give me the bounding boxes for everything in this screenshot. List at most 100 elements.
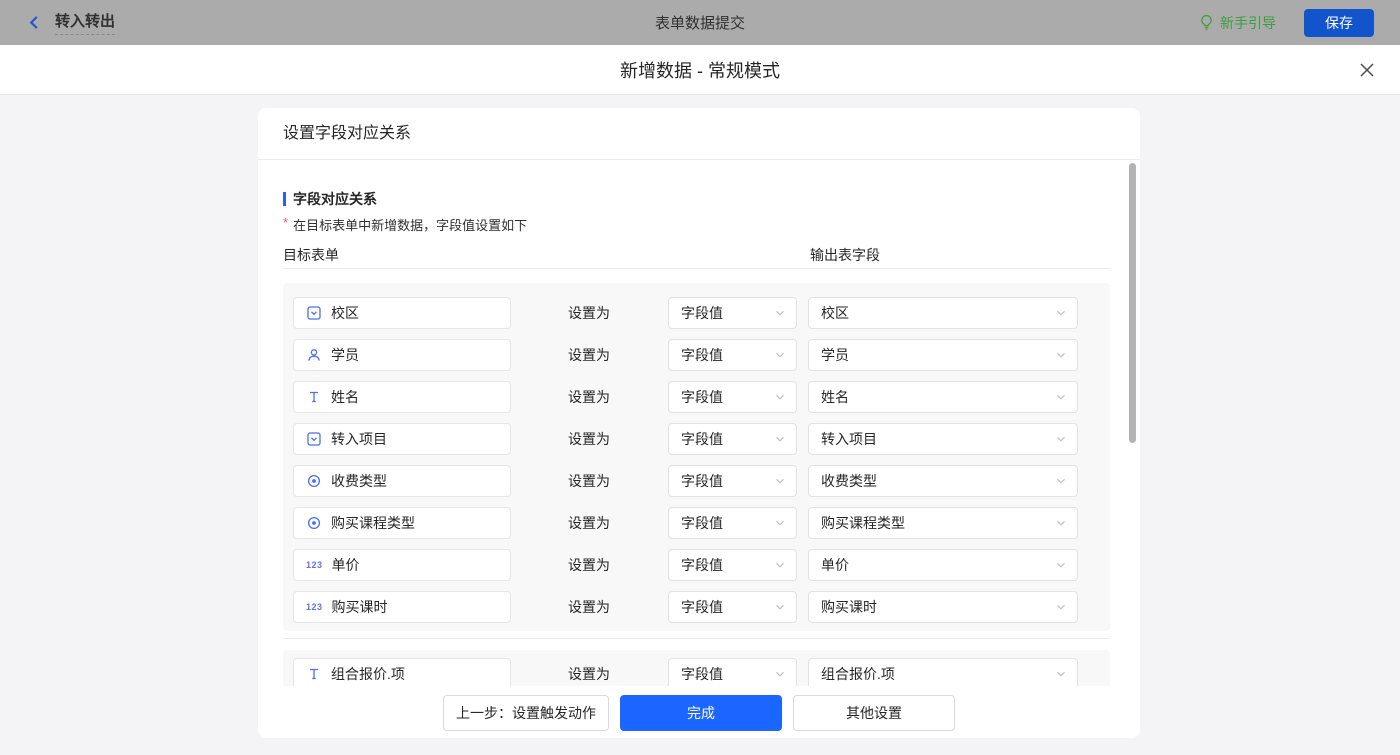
radio-icon bbox=[306, 515, 322, 531]
field-mapping-group: 校区设置为字段值校区学员设置为字段值学员姓名设置为字段值姓名转入项目设置为字段值… bbox=[283, 283, 1110, 631]
card-footer: 上一步：设置触发动作 完成 其他设置 bbox=[258, 686, 1140, 738]
source-field-select-value: 校区 bbox=[821, 303, 849, 323]
source-field-select[interactable]: 购买课时 bbox=[808, 591, 1078, 623]
prev-step-button[interactable]: 上一步：设置触发动作 bbox=[443, 695, 609, 731]
mapping-row: 姓名 设置为 字段值 姓名 bbox=[293, 381, 1110, 413]
field-label: 组合报价.项 bbox=[331, 664, 405, 684]
source-field-select[interactable]: 收费类型 bbox=[808, 465, 1078, 497]
text-field-icon bbox=[306, 389, 322, 405]
chevron-down-icon bbox=[774, 391, 786, 403]
mapping-row: 收费类型 设置为 字段值 收费类型 bbox=[293, 465, 1110, 497]
card-header: 设置字段对应关系 bbox=[258, 108, 1140, 160]
source-field-select[interactable]: 转入项目 bbox=[808, 423, 1078, 455]
source-field-select[interactable]: 校区 bbox=[808, 297, 1078, 329]
section-accent-bar bbox=[283, 192, 286, 206]
chevron-down-icon bbox=[1055, 668, 1067, 680]
source-field-select-value: 学员 bbox=[821, 345, 849, 365]
value-type-select-value: 字段值 bbox=[681, 664, 723, 684]
field-label: 收费类型 bbox=[331, 471, 387, 491]
chevron-down-icon bbox=[774, 307, 786, 319]
value-type-select-value: 字段值 bbox=[681, 345, 723, 365]
set-as-label: 设置为 bbox=[568, 465, 610, 497]
source-field-select-value: 姓名 bbox=[821, 387, 849, 407]
chevron-down-icon bbox=[774, 559, 786, 571]
number-icon: 123 bbox=[306, 599, 323, 615]
lightbulb-icon bbox=[1199, 14, 1214, 31]
scrollbar-thumb[interactable] bbox=[1129, 163, 1136, 443]
save-button[interactable]: 保存 bbox=[1304, 9, 1374, 37]
field-label: 转入项目 bbox=[331, 429, 387, 449]
mapping-row: 转入项目设置为字段值转入项目 bbox=[293, 423, 1110, 455]
source-field-select-value: 收费类型 bbox=[821, 471, 877, 491]
topbar: 转入转出 表单数据提交 新手引导 保存 bbox=[0, 0, 1400, 45]
field-mapping-card: 设置字段对应关系 字段对应关系 * 在目标表单中新增数据，字段值设置如下 目标表… bbox=[258, 108, 1140, 738]
dialog-title: 新增数据 - 常规模式 bbox=[620, 57, 780, 83]
back-button[interactable]: 转入转出 bbox=[26, 10, 115, 35]
target-field-chip: 校区 bbox=[293, 297, 511, 329]
source-field-select[interactable]: 单价 bbox=[808, 549, 1078, 581]
content-area: 设置字段对应关系 字段对应关系 * 在目标表单中新增数据，字段值设置如下 目标表… bbox=[0, 95, 1400, 755]
column-headers: 目标表单 输出表字段 bbox=[283, 245, 1110, 263]
value-type-select[interactable]: 字段值 bbox=[668, 507, 797, 539]
field-label: 学员 bbox=[331, 345, 359, 365]
chevron-down-icon bbox=[774, 601, 786, 613]
done-button[interactable]: 完成 bbox=[620, 695, 782, 731]
source-field-select[interactable]: 购买课程类型 bbox=[808, 507, 1078, 539]
page-title: 表单数据提交 bbox=[0, 12, 1400, 33]
value-type-select[interactable]: 字段值 bbox=[668, 591, 797, 623]
note: * 在目标表单中新增数据，字段值设置如下 bbox=[283, 215, 527, 234]
chevron-down-icon bbox=[1055, 559, 1067, 571]
source-field-select-value: 单价 bbox=[821, 555, 849, 575]
back-chevron-icon bbox=[26, 14, 43, 31]
other-settings-button[interactable]: 其他设置 bbox=[793, 695, 955, 731]
value-type-select-value: 字段值 bbox=[681, 513, 723, 533]
target-field-chip: 学员 bbox=[293, 339, 511, 371]
field-label: 校区 bbox=[331, 303, 359, 323]
chevron-down-icon bbox=[1055, 391, 1067, 403]
section-header: 字段对应关系 bbox=[283, 189, 377, 209]
source-field-select[interactable]: 学员 bbox=[808, 339, 1078, 371]
value-type-select[interactable]: 字段值 bbox=[668, 423, 797, 455]
mapping-row: 购买课程类型设置为字段值购买课程类型 bbox=[293, 507, 1110, 539]
chevron-down-icon bbox=[774, 349, 786, 361]
source-field-select[interactable]: 姓名 bbox=[808, 381, 1078, 413]
set-as-label: 设置为 bbox=[568, 339, 610, 371]
section-title: 字段对应关系 bbox=[293, 189, 377, 209]
target-field-chip: 姓名 bbox=[293, 381, 511, 413]
text-field-icon bbox=[306, 666, 322, 682]
value-type-select[interactable]: 字段值 bbox=[668, 381, 797, 413]
guide-label: 新手引导 bbox=[1220, 13, 1276, 33]
close-icon[interactable] bbox=[1358, 61, 1376, 79]
mapping-row: 123单价设置为字段值单价 bbox=[293, 549, 1110, 581]
select-field-icon bbox=[306, 305, 322, 321]
value-type-select[interactable]: 字段值 bbox=[668, 339, 797, 371]
mapping-row: 校区 设置为 字段值 校区 bbox=[293, 297, 1110, 329]
chevron-down-icon bbox=[1055, 601, 1067, 613]
set-as-label: 设置为 bbox=[568, 297, 610, 329]
chevron-down-icon bbox=[774, 475, 786, 487]
member-icon bbox=[306, 347, 322, 363]
beginner-guide-link[interactable]: 新手引导 bbox=[1199, 13, 1276, 33]
value-type-select-value: 字段值 bbox=[681, 597, 723, 617]
chevron-down-icon bbox=[774, 433, 786, 445]
chevron-down-icon bbox=[1055, 433, 1067, 445]
set-as-label: 设置为 bbox=[568, 507, 610, 539]
back-label: 转入转出 bbox=[55, 10, 115, 35]
source-field-select-value: 购买课程类型 bbox=[821, 513, 905, 533]
chevron-down-icon bbox=[774, 668, 786, 680]
dialog-header: 新增数据 - 常规模式 bbox=[0, 45, 1400, 95]
chevron-down-icon bbox=[1055, 517, 1067, 529]
value-type-select[interactable]: 字段值 bbox=[668, 465, 797, 497]
chevron-down-icon bbox=[1055, 475, 1067, 487]
value-type-select[interactable]: 字段值 bbox=[668, 549, 797, 581]
value-type-select[interactable]: 字段值 bbox=[668, 297, 797, 329]
target-field-chip: 转入项目 bbox=[293, 423, 511, 455]
set-as-label: 设置为 bbox=[568, 381, 610, 413]
divider bbox=[283, 268, 1110, 269]
set-as-label: 设置为 bbox=[568, 549, 610, 581]
value-type-select-value: 字段值 bbox=[681, 471, 723, 491]
field-label: 购买课时 bbox=[332, 597, 388, 617]
note-text: 在目标表单中新增数据，字段值设置如下 bbox=[293, 215, 527, 234]
set-as-label: 设置为 bbox=[568, 423, 610, 455]
value-type-select-value: 字段值 bbox=[681, 387, 723, 407]
